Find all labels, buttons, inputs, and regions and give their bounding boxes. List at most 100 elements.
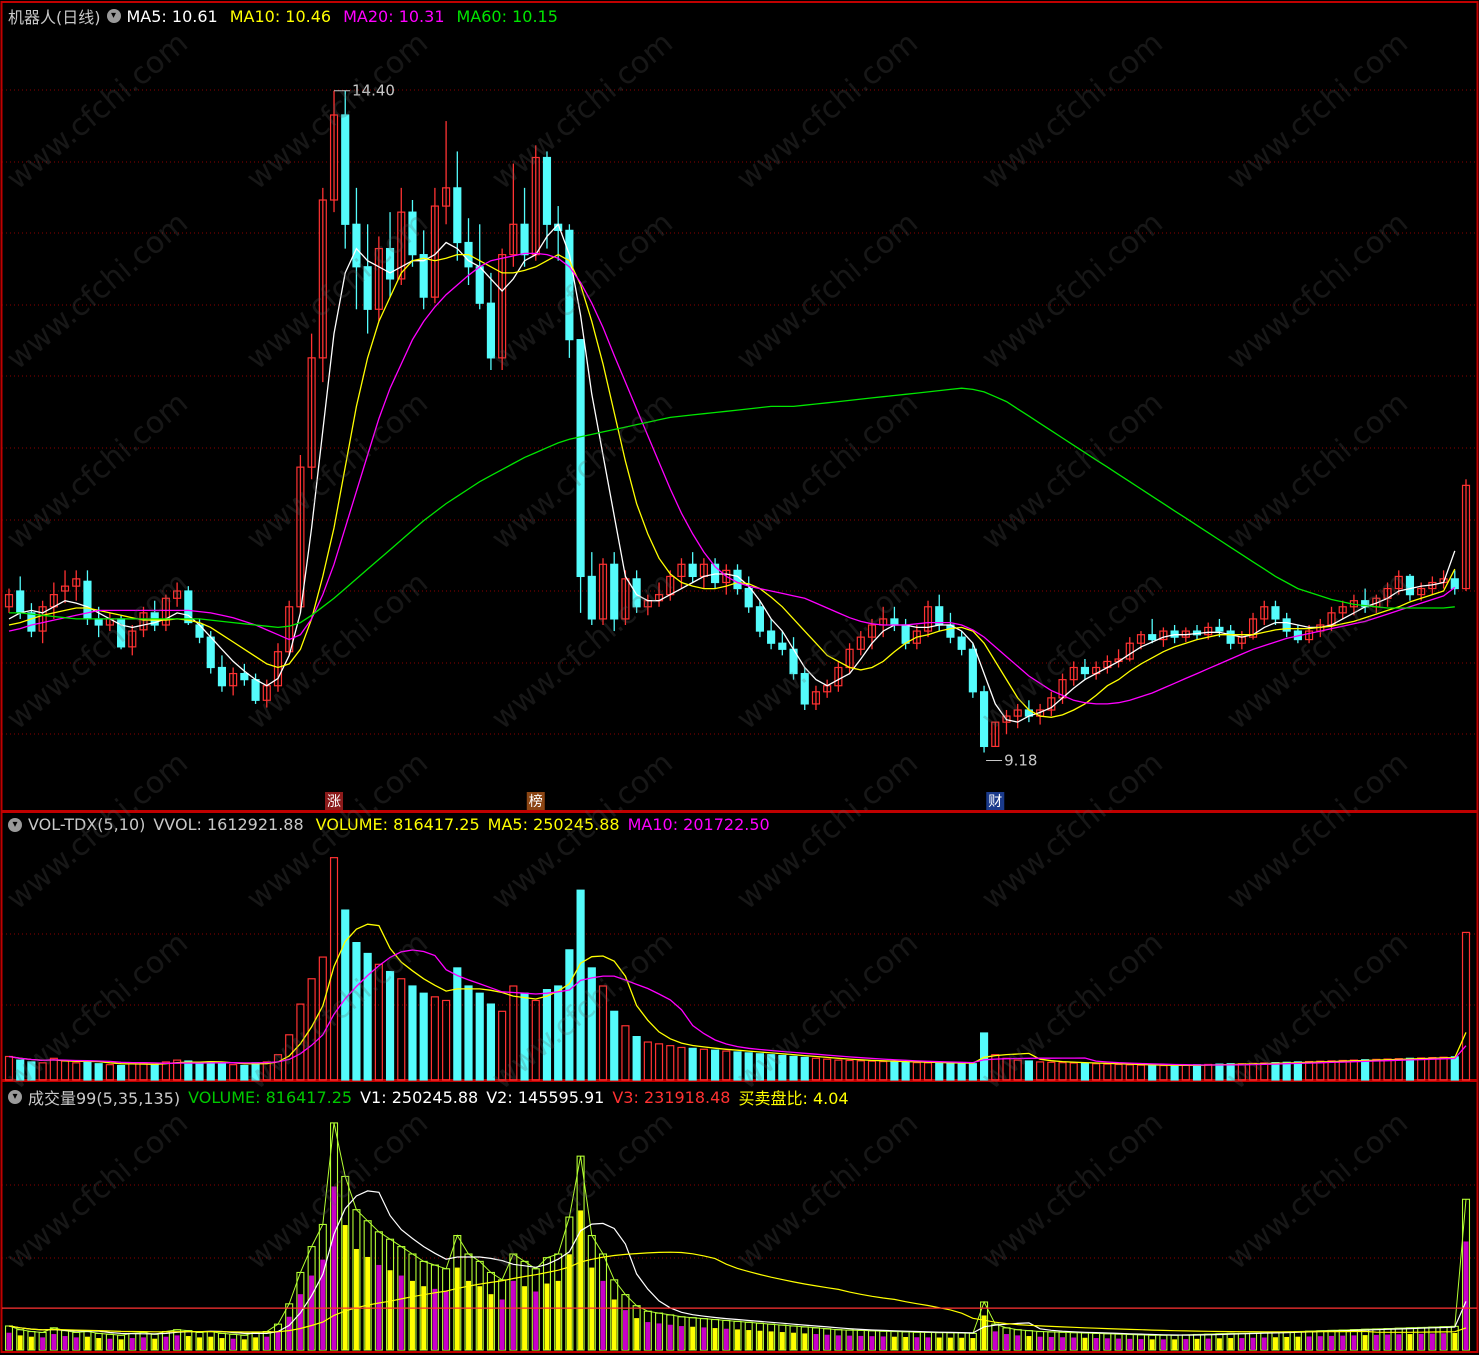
turnover-bar-fill: [1385, 1334, 1391, 1350]
volume-bar: [105, 1064, 114, 1081]
volume-bar: [542, 989, 552, 1081]
candle-body: [475, 266, 484, 304]
turnover-bar-fill: [869, 1336, 875, 1350]
volume-bar: [621, 1025, 630, 1081]
volume-bar: [654, 1043, 664, 1081]
stock-name[interactable]: 机器人(日线): [8, 4, 101, 28]
turnover-bar-fill: [1205, 1338, 1211, 1350]
turnover-bar-fill: [735, 1329, 740, 1350]
turnover-bar-fill: [914, 1337, 920, 1350]
candle-body: [1450, 578, 1459, 590]
volume-bar: [1394, 1058, 1403, 1081]
turnover-bar-fill: [1228, 1338, 1234, 1350]
turnover-bar-fill: [454, 1267, 460, 1350]
turnover-bar-fill: [510, 1280, 516, 1350]
volume-bar: [464, 985, 473, 1081]
candle-body: [206, 636, 215, 669]
volume-bar: [1417, 1057, 1426, 1081]
volume-bar: [767, 1054, 776, 1081]
turnover-bar-fill: [589, 1267, 595, 1350]
turnover-bar-fill: [645, 1322, 651, 1350]
volume-bar: [1024, 1060, 1033, 1081]
price-panel-header: 机器人(日线) ▾ MA5: 10.61 MA10: 10.46 MA20: 1…: [8, 4, 570, 28]
turnover-bar-fill: [1082, 1337, 1088, 1350]
turnover-bar-fill: [891, 1336, 897, 1350]
settings-icon[interactable]: ▾: [106, 9, 121, 23]
turnover-bar-fill: [858, 1335, 864, 1350]
candle-body: [408, 211, 417, 256]
settings-icon[interactable]: ▾: [8, 1090, 22, 1104]
volume-bar: [1260, 1062, 1269, 1081]
candle-body: [979, 691, 989, 748]
volume-bar: [1405, 1057, 1415, 1081]
turnover-bar-fill: [813, 1334, 819, 1350]
candle-body: [576, 339, 585, 578]
candle-body: [587, 575, 596, 620]
turnover-bar-fill: [678, 1326, 684, 1350]
volume-bar: [72, 1062, 81, 1081]
vvol-value: VVOL: 1612921.88: [153, 815, 304, 834]
candle-body: [1271, 606, 1280, 620]
volume-bar: [867, 1060, 877, 1081]
turnover-bar-fill: [1306, 1336, 1312, 1350]
volume-bar: [610, 1010, 619, 1081]
turnover-bar-fill: [746, 1330, 752, 1350]
panel-border: [0, 1080, 1479, 1353]
volume-bar: [643, 1041, 652, 1081]
volume-bar: [385, 970, 395, 1081]
turnover-bar-fill: [365, 1256, 371, 1350]
volume-bar: [486, 1003, 496, 1081]
turnover-bar-fill: [847, 1335, 853, 1350]
vol-indicator-name[interactable]: VOL-TDX(5,10): [28, 815, 145, 834]
turnover-indicator-name[interactable]: 成交量99(5,35,135): [28, 1085, 180, 1109]
turnover-bar-fill: [6, 1332, 12, 1350]
chart-canvas[interactable]: 14.40 9.18 涨 榜 财: [0, 0, 1479, 1355]
volume-bar: [128, 1063, 137, 1081]
volume-bar: [184, 1060, 193, 1081]
volume-bar: [1383, 1058, 1392, 1081]
turnover-bar-fill: [634, 1318, 640, 1350]
volume-bar: [4, 1055, 14, 1081]
event-marker-label: 榜: [529, 793, 543, 810]
volume-bar: [587, 967, 596, 1081]
candle-body: [217, 666, 227, 687]
volume-bar: [161, 1061, 170, 1081]
volume-bar: [1136, 1064, 1146, 1081]
candle-body: [520, 223, 529, 256]
volume-bar: [1013, 1059, 1022, 1081]
turnover-bar-fill: [17, 1335, 23, 1350]
volume-bar: [453, 967, 462, 1081]
turnover-bar-fill: [779, 1332, 785, 1350]
volume-bar: [935, 1062, 944, 1081]
turnover-bar-fill: [1037, 1336, 1043, 1350]
volume-bar: [845, 1059, 854, 1081]
turnover-bar-fill: [600, 1280, 606, 1350]
volume-bar: [879, 1060, 888, 1081]
volume-bar: [666, 1045, 675, 1081]
volume-bar: [1047, 1061, 1056, 1081]
volume-bar: [296, 1003, 305, 1081]
volume-bar: [1305, 1060, 1314, 1081]
turnover-bar-fill: [1351, 1335, 1357, 1350]
settings-icon[interactable]: ▾: [8, 817, 22, 832]
turnover-bar-fill: [421, 1286, 427, 1350]
turnover-bar-fill: [185, 1336, 191, 1350]
ma20-value: MA20: 10.31: [343, 6, 445, 26]
candle-body: [778, 642, 787, 650]
volume-bar: [1237, 1063, 1246, 1081]
volume-bar: [49, 1057, 58, 1081]
volume-bar: [139, 1062, 148, 1081]
turnover-bar-fill: [376, 1264, 382, 1350]
volume-bar: [565, 949, 574, 1081]
volume-bar: [1271, 1062, 1280, 1081]
volume-bar: [1069, 1062, 1078, 1081]
turnover-bar-fill: [656, 1323, 662, 1350]
volume-bar: [531, 999, 540, 1081]
ma5-line: [8, 223, 1456, 723]
volume-bar: [38, 1062, 47, 1081]
candle-body: [240, 672, 249, 681]
turnover-bar-fill: [1116, 1338, 1122, 1350]
vol-ma10-line: [8, 949, 1467, 1066]
volume-bar: [1080, 1062, 1090, 1081]
low-price-label: 9.18: [1004, 752, 1037, 770]
